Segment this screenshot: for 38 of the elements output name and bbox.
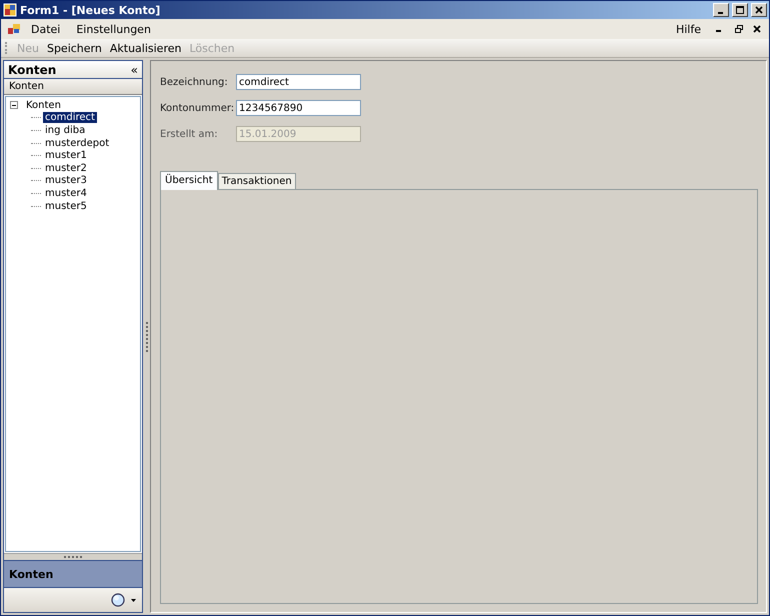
app-icon[interactable] (7, 23, 21, 35)
text-field[interactable]: comdirect (236, 74, 361, 90)
maximize-button[interactable] (732, 3, 748, 17)
menu-item[interactable]: Datei (25, 20, 66, 38)
panel-title: Konten (8, 62, 58, 76)
collapse-button[interactable]: « (130, 62, 138, 76)
close-icon[interactable] (753, 25, 761, 33)
close-icon (755, 6, 763, 14)
tab[interactable]: Transaktionen (218, 173, 296, 190)
collapse-icon[interactable] (10, 101, 18, 110)
section-header[interactable]: Konten (4, 79, 142, 95)
tree-item[interactable]: ing diba (43, 124, 88, 136)
tree-item[interactable]: muster4 (43, 188, 89, 199)
tree-item[interactable]: Konten (24, 100, 63, 111)
tree-item[interactable]: muster1 (43, 150, 89, 162)
window-title: Form1 - [Neues Konto] (20, 4, 162, 16)
navigation-button[interactable]: Konten (4, 560, 142, 588)
dropdown-icon[interactable] (131, 598, 136, 602)
tree-item[interactable]: muster2 (43, 162, 89, 174)
tab[interactable]: Übersicht (160, 171, 218, 190)
restore-icon[interactable] (735, 25, 743, 33)
tree-item[interactable]: muster5 (43, 200, 89, 212)
globe-icon[interactable] (111, 593, 125, 607)
minimize-button[interactable] (713, 3, 729, 17)
maximize-icon (736, 6, 744, 14)
menu-item[interactable]: Einstellungen (70, 20, 157, 38)
close-button[interactable] (751, 3, 767, 17)
app-icon (3, 3, 17, 17)
menu-item[interactable]: Hilfe (670, 20, 707, 38)
tree-item[interactable]: comdirect (43, 112, 97, 124)
field-label: Kontonummer: (160, 102, 236, 114)
field-label: Erstellt am: (160, 128, 219, 140)
tree-item[interactable]: musterdepot (43, 138, 112, 149)
tree-item[interactable]: muster3 (43, 175, 89, 186)
text-field[interactable]: 1234567890 (236, 100, 361, 116)
toolbar-button[interactable]: Aktualisieren (106, 40, 184, 56)
toolbar-button[interactable]: Speichern (44, 40, 105, 56)
field-label: Bezeichnung: (160, 76, 229, 88)
